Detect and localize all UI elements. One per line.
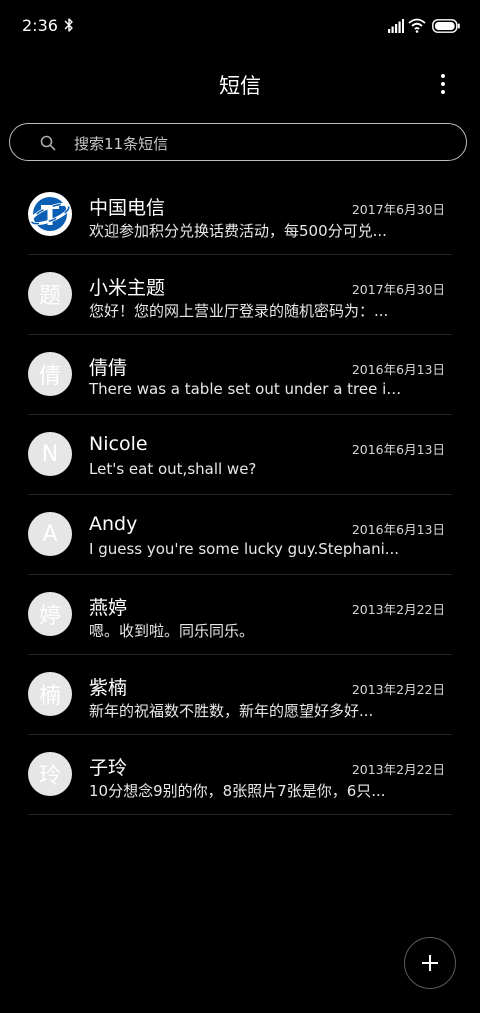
page-title: 短信 <box>219 74 261 98</box>
status-time: 2:36 <box>22 16 58 35</box>
conversation-date: 2013年2月22日 <box>351 602 445 617</box>
conversation-preview: 新年的祝福数不胜数，新年的愿望好多好... <box>89 702 374 720</box>
plus-icon <box>422 955 438 971</box>
search-placeholder: 搜索11条短信 <box>74 135 169 153</box>
conversation-item[interactable]: 婷 燕婷 2013年2月22日 嗯。收到啦。同乐同乐。 <box>0 575 480 655</box>
conversation-date: 2013年2月22日 <box>351 682 445 697</box>
conversation-name: 子玲 <box>89 757 128 779</box>
conversation-item[interactable]: A Andy 2016年6月13日 I guess you're some lu… <box>0 495 480 575</box>
conversation-name: 紫楠 <box>89 677 128 699</box>
conversation-item[interactable]: 倩 倩倩 2016年6月13日 There was a table set ou… <box>0 335 480 415</box>
conversation-name: Nicole <box>89 433 148 455</box>
avatar: A <box>28 512 72 556</box>
conversation-date: 2016年6月13日 <box>351 442 445 457</box>
conversation-name: Andy <box>89 513 138 535</box>
conversation-name: 小米主题 <box>89 277 166 299</box>
china-telecom-logo-icon <box>29 193 71 235</box>
avatar: 婷 <box>28 592 72 636</box>
conversation-date: 2017年6月30日 <box>351 202 445 217</box>
new-message-button[interactable] <box>404 937 456 989</box>
wifi-icon <box>408 18 426 33</box>
status-bar: 2:36 <box>0 0 480 52</box>
conversation-name: 燕婷 <box>89 597 128 619</box>
avatar: N <box>28 432 72 476</box>
conversation-item[interactable]: 楠 紫楠 2013年2月22日 新年的祝福数不胜数，新年的愿望好多好... <box>0 655 480 735</box>
conversation-preview: 您好！您的网上营业厅登录的随机密码为：... <box>89 302 389 320</box>
conversation-date: 2017年6月30日 <box>351 282 445 297</box>
conversation-preview: 欢迎参加积分兑换话费活动，每500分可兑... <box>89 222 387 240</box>
search-input[interactable]: 搜索11条短信 <box>9 123 467 161</box>
conversation-name: 倩倩 <box>89 357 128 379</box>
conversation-preview: 10分想念9别的你，8张照片7张是你，6只... <box>89 782 386 800</box>
conversation-date: 2016年6月13日 <box>351 522 445 537</box>
conversation-preview: 嗯。收到啦。同乐同乐。 <box>89 622 255 640</box>
more-vertical-icon <box>441 74 445 78</box>
avatar: 玲 <box>28 752 72 796</box>
signal-icon <box>388 19 404 33</box>
conversation-item[interactable]: N Nicole 2016年6月13日 Let's eat out,shall … <box>0 415 480 495</box>
conversation-date: 2013年2月22日 <box>351 762 445 777</box>
avatar: 题 <box>28 272 72 316</box>
more-options-button[interactable] <box>430 70 456 98</box>
conversation-preview: I guess you're some lucky guy.Stephani..… <box>89 540 400 558</box>
conversation-date: 2016年6月13日 <box>351 362 445 377</box>
avatar: 倩 <box>28 352 72 396</box>
conversation-item[interactable]: 玲 子玲 2013年2月22日 10分想念9别的你，8张照片7张是你，6只... <box>0 735 480 815</box>
battery-icon <box>432 19 460 33</box>
conversation-list: 中国电信 2017年6月30日 欢迎参加积分兑换话费活动，每500分可兑... … <box>0 175 480 815</box>
conversation-preview: There was a table set out under a tree i… <box>89 380 407 398</box>
bluetooth-icon <box>64 18 73 32</box>
conversation-item[interactable]: 中国电信 2017年6月30日 欢迎参加积分兑换话费活动，每500分可兑... <box>0 175 480 255</box>
avatar: 楠 <box>28 672 72 716</box>
conversation-item[interactable]: 题 小米主题 2017年6月30日 您好！您的网上营业厅登录的随机密码为：... <box>0 255 480 335</box>
china-telecom-logo-avatar <box>28 192 72 236</box>
search-icon <box>40 135 56 151</box>
conversation-preview: Let's eat out,shall we? <box>89 460 257 478</box>
conversation-name: 中国电信 <box>89 197 166 219</box>
